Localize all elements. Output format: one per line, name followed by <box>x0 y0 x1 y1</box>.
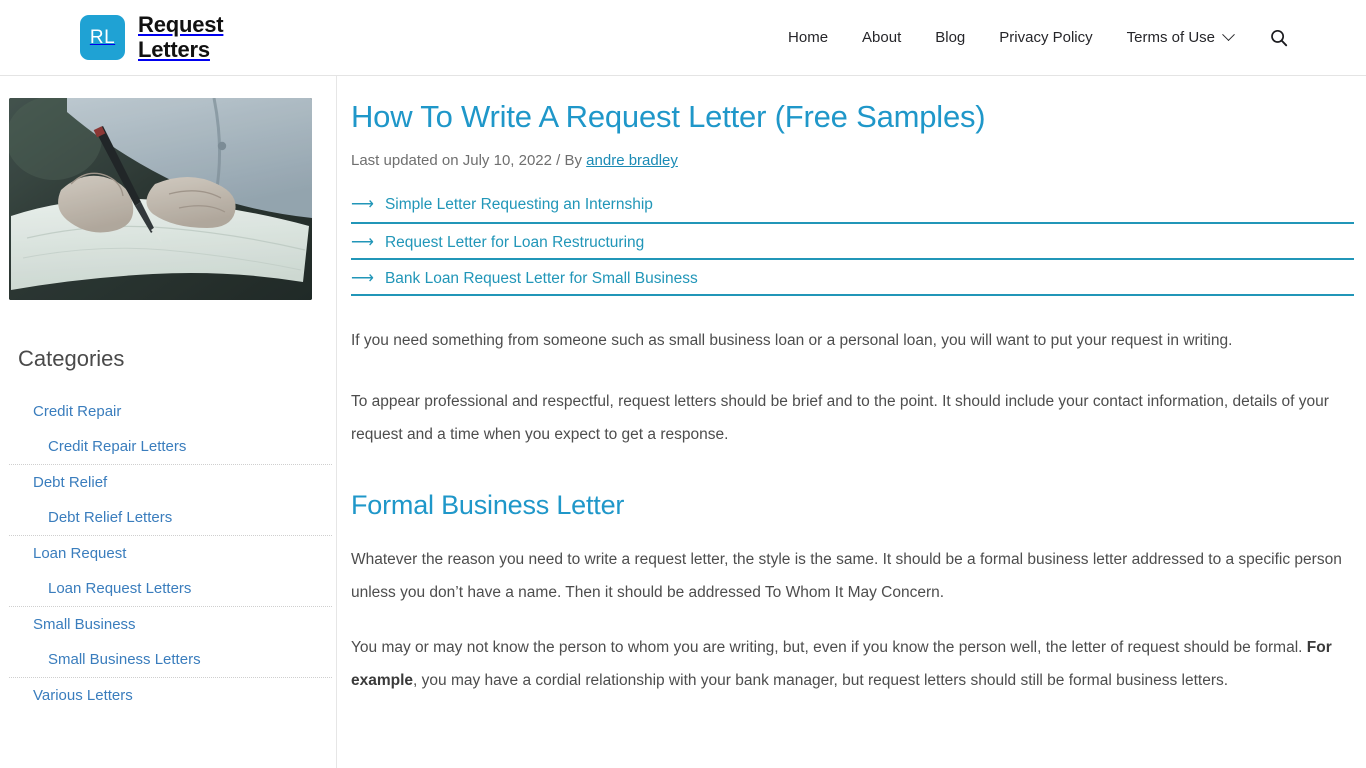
page-body: Categories Credit Repair Credit Repair L… <box>0 76 1366 768</box>
nav-item-blog[interactable]: Blog <box>918 23 982 53</box>
related-links-list: ⟶ Simple Letter Requesting an Internship… <box>351 196 1354 297</box>
paragraph-style: Whatever the reason you need to write a … <box>351 551 1342 602</box>
category-list: Credit Repair Credit Repair Letters Debt… <box>9 394 336 713</box>
list-item[interactable]: ⟶ Bank Loan Request Letter for Small Bus… <box>351 270 1354 297</box>
related-link[interactable]: Request Letter for Loan Restructuring <box>385 234 644 252</box>
sidebar-item-credit-repair-letters[interactable]: Credit Repair Letters <box>9 429 332 464</box>
article-content: How To Write A Request Letter (Free Samp… <box>337 76 1366 768</box>
category-group-loan-request: Loan Request Loan Request Letters <box>9 535 332 606</box>
nav-item-about[interactable]: About <box>845 23 918 53</box>
sidebar-item-debt-relief[interactable]: Debt Relief <box>9 465 332 500</box>
nav-label: Privacy Policy <box>999 28 1093 46</box>
nav-label: About <box>862 28 902 46</box>
arrow-right-icon: ⟶ <box>351 234 374 252</box>
brand-line-1: Request <box>138 11 224 37</box>
logo-mark-icon: RL <box>80 15 125 60</box>
paragraph-intro: If you need something from someone such … <box>351 332 1233 350</box>
sidebar-item-loan-request[interactable]: Loan Request <box>9 536 332 571</box>
paragraph-example: You may or may not know the person to wh… <box>351 631 1354 697</box>
nav-item-privacy-policy[interactable]: Privacy Policy <box>982 23 1109 53</box>
paragraph-example-part2: , you may have a cordial relationship wi… <box>413 672 1229 690</box>
primary-navigation: Home About Blog Privacy Policy Terms of … <box>771 23 1292 53</box>
sidebar-item-loan-request-letters[interactable]: Loan Request Letters <box>9 571 332 606</box>
nav-item-terms-of-use[interactable]: Terms of Use <box>1110 23 1250 53</box>
brand-line-2: Letters <box>138 36 210 62</box>
sidebar-item-small-business-letters[interactable]: Small Business Letters <box>9 642 332 677</box>
paragraph-example-part1: You may or may not know the person to wh… <box>351 639 1307 657</box>
list-item[interactable]: ⟶ Simple Letter Requesting an Internship <box>351 196 1354 225</box>
sidebar-featured-image <box>9 98 312 300</box>
categories-heading: Categories <box>18 346 125 371</box>
category-group-small-business: Small Business Small Business Letters <box>9 606 332 677</box>
arrow-right-icon: ⟶ <box>351 196 374 214</box>
nav-label: Home <box>788 28 829 46</box>
nav-label: Blog <box>935 28 966 46</box>
related-link[interactable]: Bank Loan Request Letter for Small Busin… <box>385 270 698 288</box>
arrow-right-icon: ⟶ <box>351 270 374 288</box>
author-link[interactable]: andre bradley <box>586 152 678 169</box>
site-header: RL Request Letters Home About Blog Priva… <box>0 0 1366 76</box>
sidebar-item-debt-relief-letters[interactable]: Debt Relief Letters <box>9 500 332 535</box>
paragraph-professional: To appear professional and respectful, r… <box>351 393 1329 444</box>
sidebar-item-credit-repair[interactable]: Credit Repair <box>9 394 332 429</box>
brand-wordmark: Request Letters <box>138 11 224 62</box>
list-item[interactable]: ⟶ Request Letter for Loan Restructuring <box>351 234 1354 261</box>
search-icon[interactable] <box>1266 25 1292 51</box>
page-title: How To Write A Request Letter (Free Samp… <box>351 99 986 134</box>
category-group-debt-relief: Debt Relief Debt Relief Letters <box>9 464 332 535</box>
sidebar-item-various-letters[interactable]: Various Letters <box>9 678 332 713</box>
category-group-various-letters: Various Letters <box>9 677 332 713</box>
post-meta-text: Last updated on July 10, 2022 / By <box>351 152 582 170</box>
nav-item-home[interactable]: Home <box>771 23 845 53</box>
chevron-down-icon <box>1222 28 1235 42</box>
site-logo[interactable]: RL Request Letters <box>80 11 224 62</box>
category-group-credit-repair: Credit Repair Credit Repair Letters <box>9 394 332 464</box>
related-link[interactable]: Simple Letter Requesting an Internship <box>385 196 653 214</box>
sidebar: Categories Credit Repair Credit Repair L… <box>0 76 337 768</box>
post-meta: Last updated on July 10, 2022 / By andre… <box>351 152 1354 169</box>
section-heading-formal-business-letter: Formal Business Letter <box>351 490 625 521</box>
sidebar-item-small-business[interactable]: Small Business <box>9 607 332 642</box>
nav-label: Terms of Use <box>1126 28 1215 46</box>
